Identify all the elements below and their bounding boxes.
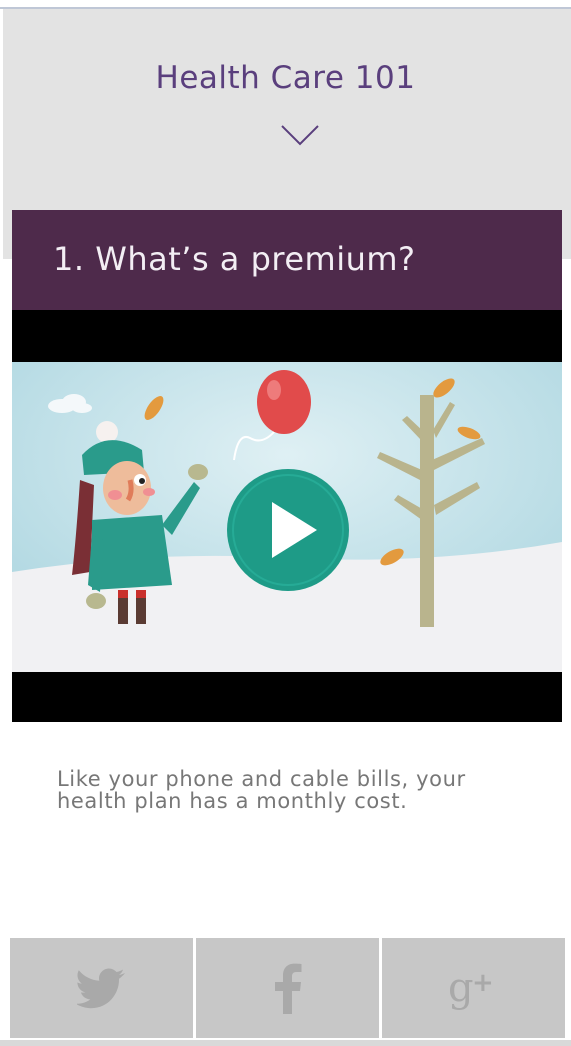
share-bar: g + [10,938,565,1038]
bottom-strip [0,1040,571,1046]
play-icon[interactable] [227,469,349,591]
description-text: Like your phone and cable bills, your he… [57,767,466,813]
share-twitter-button[interactable] [10,938,193,1038]
question-title: 1. What’s a premium? [53,240,416,278]
facebook-icon [274,963,301,1014]
video-thumbnail [12,362,562,672]
share-google-plus-button[interactable]: g + [382,938,565,1038]
chevron-down-icon[interactable] [280,120,320,150]
svg-text:g: g [448,965,474,1011]
page-title: Health Care 101 [155,60,416,96]
question-header[interactable]: 1. What’s a premium? [12,210,562,310]
twitter-icon [76,968,125,1009]
video-player[interactable] [12,310,562,722]
top-divider [0,0,571,9]
svg-text:+: + [472,968,494,998]
share-facebook-button[interactable] [196,938,379,1038]
google-plus-icon: g + [448,965,494,1011]
page: Health Care 101 1. What’s a premium? Lik… [0,0,571,1046]
